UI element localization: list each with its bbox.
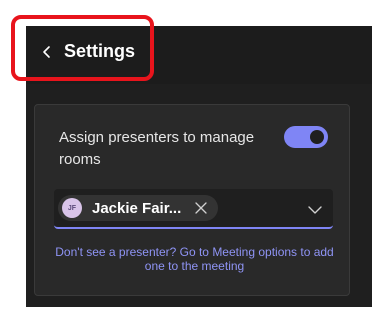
chevron-down-icon[interactable]: [307, 202, 323, 214]
presenter-name: Jackie Fair...: [92, 199, 182, 217]
assign-presenters-label: Assign presenters to manage rooms: [59, 129, 255, 168]
avatar: JF: [62, 198, 82, 218]
settings-highlight-box: [11, 15, 154, 81]
presenter-hint-text: Don't see a presenter? Go to Meeting opt…: [55, 245, 334, 273]
assign-presenters-toggle[interactable]: [284, 126, 328, 148]
toggle-knob: [310, 130, 324, 144]
presenter-settings-card: Assign presenters to manage rooms JF Jac…: [34, 104, 350, 296]
close-icon[interactable]: [193, 200, 209, 216]
presenter-chip: JF Jackie Fair...: [58, 195, 218, 221]
presenter-select[interactable]: JF Jackie Fair...: [54, 189, 333, 229]
